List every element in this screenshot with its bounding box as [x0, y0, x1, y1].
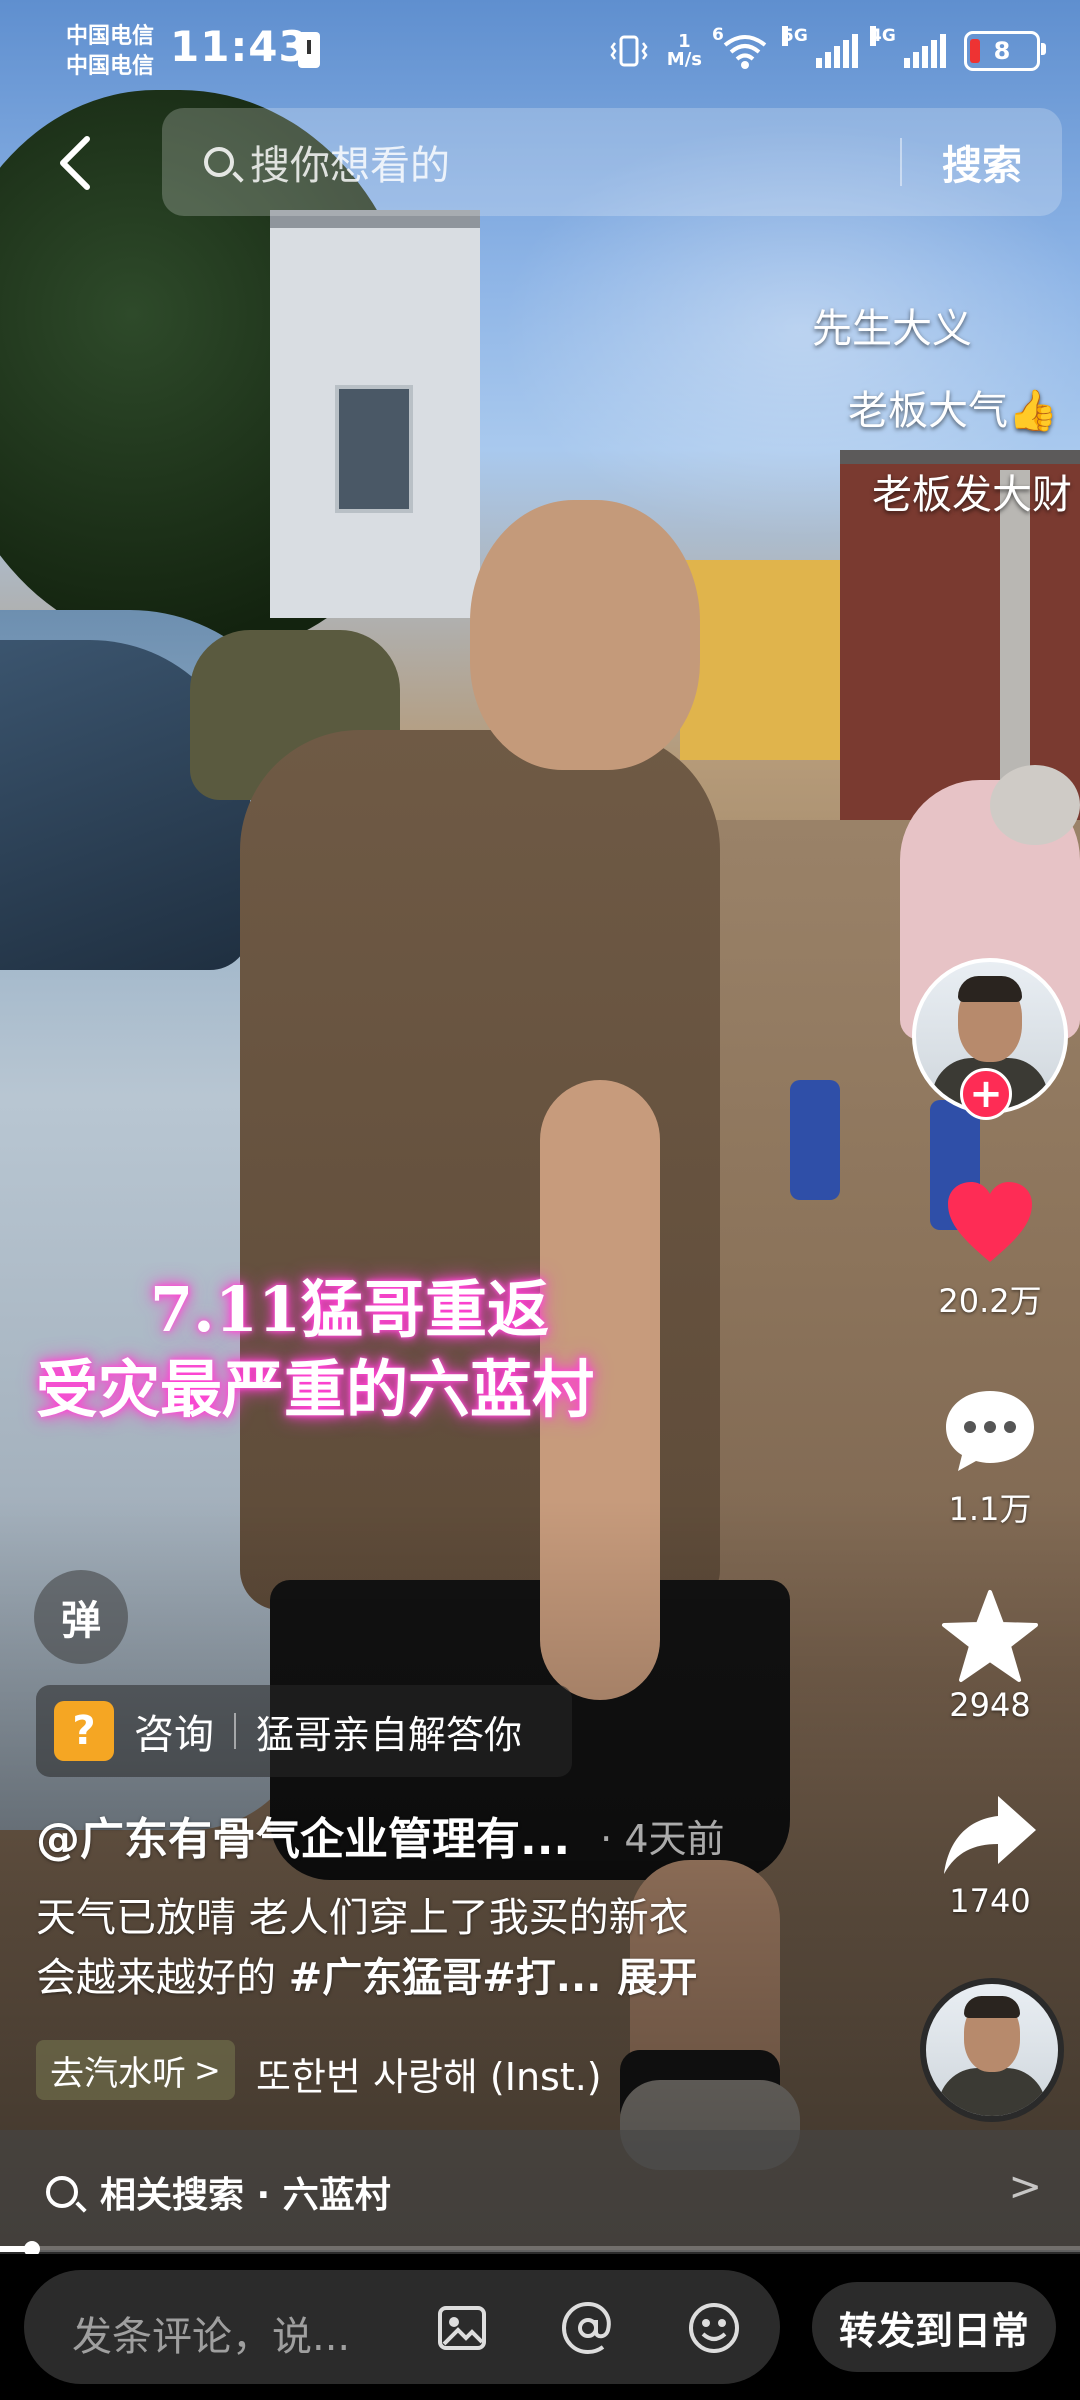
network-speed: 1 M/s	[667, 33, 702, 69]
repost-to-daily-button[interactable]: 转发到日常	[812, 2282, 1056, 2372]
status-bar: 中国电信 中国电信 11:43 1 M/s 6 5G 4G 8	[0, 0, 1080, 100]
search-bar[interactable]: 搜你想看的 搜索	[162, 108, 1062, 216]
search-icon	[204, 147, 234, 177]
favorite-count: 2948	[949, 1686, 1031, 1724]
question-icon: ?	[54, 1701, 114, 1761]
back-button[interactable]	[40, 118, 110, 208]
consult-label: 咨询	[134, 1712, 214, 1758]
emoji-icon[interactable]	[686, 2300, 742, 2356]
video-house-window	[335, 385, 413, 513]
hashtag-link[interactable]: #广东猛哥#打...	[289, 1955, 602, 2001]
listen-in-app-chip[interactable]: 去汽水听 >	[36, 2040, 235, 2100]
battery-level: 8	[993, 37, 1011, 65]
disc-avatar-body	[938, 2068, 1046, 2116]
network-speed-unit: M/s	[666, 49, 702, 70]
mention-icon[interactable]	[560, 2300, 616, 2356]
author-name[interactable]: @广东有骨气企业管理有...	[36, 1803, 570, 1867]
danmaku-toggle-button[interactable]: 弹	[34, 1570, 128, 1664]
video-man-head	[470, 500, 700, 770]
description-line: 天气已放晴 老人们穿上了我买的新衣	[36, 1895, 689, 1941]
video-feed-screen: 中国电信 中国电信 11:43 1 M/s 6 5G 4G 8 搜你想看的 搜索…	[0, 0, 1080, 2400]
post-description: 天气已放晴 老人们穿上了我买的新衣 会越来越好的 #广东猛哥#打... 展开	[36, 1888, 916, 2008]
status-icons: 1 M/s 6 5G 4G 8	[609, 25, 1046, 76]
related-search-label: 相关搜索 · 六蓝村	[100, 2175, 391, 2216]
comment-placeholder: 发条评论，说...	[72, 2314, 351, 2360]
video-elderly-hair	[990, 765, 1080, 845]
like-heart-icon[interactable]	[944, 1178, 1036, 1268]
danmaku-comment: 先生大义	[812, 306, 972, 352]
comment-count: 1.1万	[948, 1490, 1032, 1528]
comment-icon[interactable]	[942, 1385, 1038, 1475]
video-progress-bar[interactable]	[0, 2241, 1080, 2257]
chevron-right-icon: >	[1008, 2164, 1042, 2210]
search-icon	[46, 2176, 78, 2208]
video-caption-line: 7.11猛哥重返	[150, 1273, 550, 1346]
carrier-1: 中国电信	[66, 24, 155, 49]
battery-icon: 8	[964, 31, 1046, 71]
comment-bar: 发条评论，说... 转发到日常	[0, 2254, 1080, 2400]
signal-5g-icon: 5G	[782, 26, 858, 68]
search-button[interactable]: 搜索	[902, 133, 1062, 191]
carrier-labels: 中国电信 中国电信	[66, 22, 154, 82]
favorite-star-icon[interactable]	[940, 1588, 1040, 1684]
listen-chip-label: 去汽水听	[50, 2053, 186, 2094]
status-time: 11:43	[170, 22, 309, 71]
author-row: @广东有骨气企业管理有... · 4天前	[36, 1800, 916, 1870]
video-caption-line: 受灾最严重的六蓝村	[36, 1353, 595, 1426]
music-disc[interactable]	[920, 1978, 1064, 2122]
follow-button[interactable]: +	[960, 1068, 1012, 1120]
signal-4g-icon: 4G	[870, 26, 946, 68]
like-count: 20.2万	[938, 1282, 1042, 1320]
video-boot	[790, 1080, 840, 1200]
notification-icon	[298, 32, 320, 68]
expand-button[interactable]: 展开	[617, 1955, 697, 2001]
wifi-label: 6	[712, 25, 724, 45]
search-input[interactable]: 搜你想看的	[250, 133, 900, 191]
music-title[interactable]: 또한번 사랑해 (Inst.)	[256, 2046, 602, 2101]
chevron-right-icon: >	[194, 2051, 221, 2089]
danmaku-comment: 老板大气👍	[848, 388, 1058, 434]
consult-divider	[234, 1713, 236, 1749]
post-time: · 4天前	[600, 1816, 725, 1861]
wifi-icon: 6	[712, 25, 770, 71]
signal-4g-label: 4G	[870, 26, 896, 46]
consult-chip[interactable]: ? 咨询 猛哥亲自解答你	[36, 1685, 572, 1777]
related-search-bar[interactable]: 相关搜索 · 六蓝村 >	[0, 2130, 1080, 2254]
comment-input[interactable]: 发条评论，说...	[24, 2270, 780, 2384]
share-count: 1740	[949, 1882, 1031, 1920]
chevron-left-icon	[60, 136, 90, 190]
carrier-2: 中国电信	[66, 54, 155, 79]
image-icon[interactable]	[434, 2300, 490, 2356]
share-arrow-icon[interactable]	[940, 1790, 1040, 1880]
danmaku-comment: 老板发大财	[872, 472, 1072, 518]
disc-avatar-hair	[964, 1996, 1020, 2018]
video-caption: 7.11猛哥重返 受灾最严重的六蓝村	[36, 1270, 736, 1430]
avatar-hair	[958, 976, 1022, 1002]
consult-description: 猛哥亲自解答你	[256, 1712, 523, 1757]
signal-5g-label: 5G	[782, 26, 808, 46]
description-line: 会越来越好的 #广东猛哥#打... 展开	[36, 1948, 916, 2008]
vibrate-icon	[609, 33, 649, 69]
description-text: 会越来越好的	[36, 1955, 289, 2001]
